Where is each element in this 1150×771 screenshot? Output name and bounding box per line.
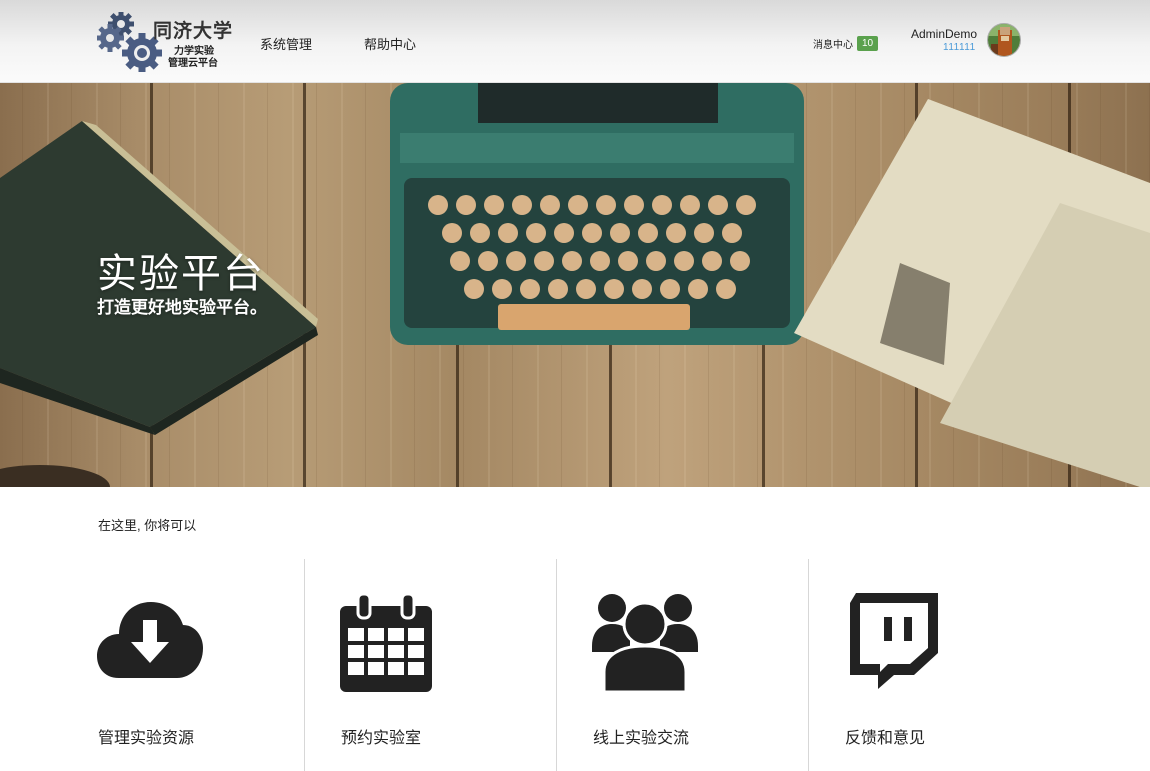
- message-center-label: 消息中心: [813, 39, 853, 51]
- feedback-chat-icon: [850, 593, 938, 689]
- users-group-icon: [592, 594, 698, 694]
- feature-manage-resources[interactable]: 管理实验资源: [97, 590, 297, 750]
- feature-online-exchange[interactable]: 线上实验交流: [592, 590, 792, 750]
- cloud-download-icon: [97, 602, 203, 678]
- site-logo[interactable]: 同济大学 力学实验 管理云平台: [97, 12, 237, 72]
- hero-banner: 实验平台 打造更好地实验平台。: [0, 83, 1150, 487]
- hero-title: 实验平台: [97, 252, 265, 296]
- feature-reserve-lab[interactable]: 预约实验室: [340, 590, 540, 750]
- feature-label: 线上实验交流: [593, 730, 690, 747]
- logo-subtitle-line2: 管理云平台: [168, 58, 218, 69]
- feature-label: 反馈和意见: [845, 730, 926, 747]
- nav-system-management[interactable]: 系统管理: [260, 34, 312, 53]
- column-divider: [556, 559, 557, 771]
- avatar[interactable]: [987, 23, 1021, 57]
- feature-feedback[interactable]: 反馈和意见: [845, 590, 1048, 750]
- feature-label: 管理实验资源: [98, 730, 195, 747]
- column-divider: [304, 559, 305, 771]
- top-navbar: 同济大学 力学实验 管理云平台 系统管理 帮助中心 消息中心 10 AdminD…: [0, 0, 1150, 83]
- avatar-image: [988, 24, 1020, 56]
- user-name[interactable]: AdminDemo: [911, 27, 977, 41]
- nav-help-center[interactable]: 帮助中心: [364, 34, 416, 53]
- features-intro: 在这里, 你将可以: [98, 518, 197, 533]
- message-count-badge: 10: [857, 35, 879, 51]
- calendar-icon: [340, 594, 432, 692]
- user-id: 111111: [943, 42, 976, 53]
- logo-title: 同济大学: [153, 21, 234, 42]
- message-center[interactable]: 消息中心 10: [813, 35, 879, 51]
- feature-label: 预约实验室: [341, 730, 422, 747]
- hero-subtitle: 打造更好地实验平台。: [97, 298, 267, 317]
- column-divider: [808, 559, 809, 771]
